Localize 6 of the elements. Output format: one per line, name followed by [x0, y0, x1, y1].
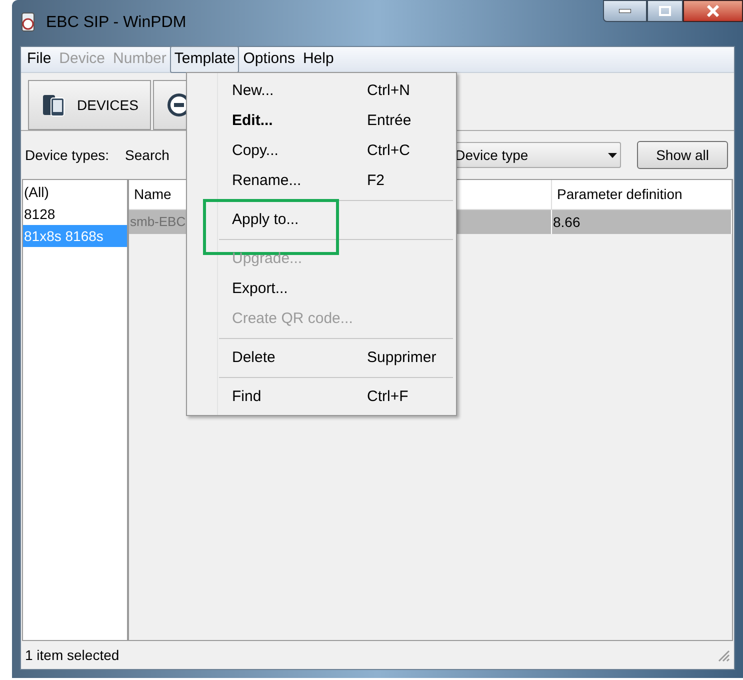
table-cell-text: 8.66 [553, 212, 580, 232]
search-label: Search [125, 146, 170, 164]
window-title: EBC SIP - WinPDM [46, 13, 186, 33]
status-text: 1 item selected [25, 646, 120, 664]
table-cell-text: smb-EBC [130, 213, 186, 232]
device-types-label: Device types: [25, 146, 110, 165]
